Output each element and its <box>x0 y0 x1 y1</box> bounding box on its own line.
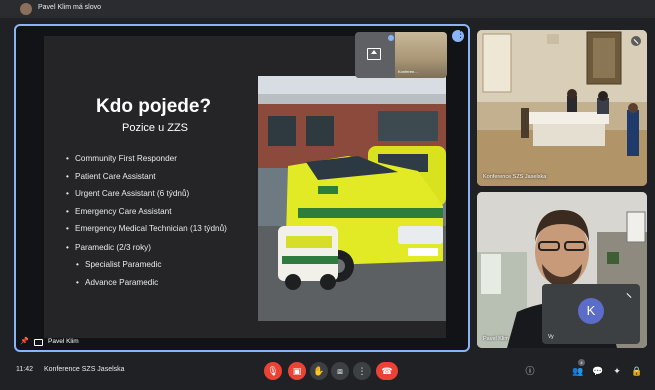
meeting-info-icon[interactable]: ⓘ <box>524 365 536 377</box>
raise-hand-button[interactable]: ✋ <box>310 362 328 380</box>
bullet-item: Patient Care Assistant <box>64 172 249 183</box>
presenter-self-preview[interactable]: Konferen... <box>355 32 447 78</box>
mic-off-icon: 🎙 <box>267 366 279 376</box>
meeting-name: Konference SZS Jaselska <box>44 366 125 373</box>
self-avatar: K <box>578 298 604 324</box>
presenter-name: Pavel Klim <box>48 338 79 345</box>
top-bar: Pavel Klim má slovo <box>0 0 655 18</box>
sub-bullet-item: Specialist Paramedic <box>74 260 249 271</box>
leave-call-button[interactable]: ☎ <box>376 362 398 380</box>
activities-icon[interactable]: ✦ <box>611 365 623 377</box>
participant-name: Pavel Klim <box>483 336 509 342</box>
mic-off-icon <box>631 36 641 46</box>
host-controls-icon[interactable]: 🔒 <box>631 365 643 377</box>
more-vert-icon: ⋮ <box>357 366 367 376</box>
speaker-avatar <box>20 3 32 15</box>
chat-icon[interactable]: 💬 <box>592 365 604 377</box>
pin-icon[interactable]: 📌 <box>20 337 29 345</box>
hang-up-icon: ☎ <box>381 366 393 376</box>
slide-bullet-list: Community First Responder Patient Care A… <box>64 154 249 295</box>
slide-subtitle: Pozice u ZZS <box>122 122 189 134</box>
camera-toggle-button[interactable]: ▣ <box>288 362 306 380</box>
sub-bullet-item: Advance Paramedic <box>74 278 249 289</box>
bullet-item: Community First Responder <box>64 154 249 165</box>
camera-off-icon: ▣ <box>292 366 302 376</box>
bottom-control-bar: 11:42 Konference SZS Jaselska 🎙 ▣ ✋ ⧈ ⋮ … <box>0 358 655 390</box>
hand-icon: ✋ <box>313 366 325 376</box>
activity-dot-icon <box>388 35 394 41</box>
self-name: Vy <box>548 334 554 340</box>
participant-name: Konference SZS Jaselska <box>483 174 547 180</box>
present-icon: ⧈ <box>337 366 343 376</box>
participant-tile-conference[interactable]: Konference SZS Jaselska <box>477 30 647 186</box>
ambulance-photo <box>258 76 446 321</box>
presentation-slide: Kdo pojede? Pozice u ZZS Community First… <box>44 36 446 338</box>
microphone-toggle-button[interactable]: 🎙 <box>264 362 282 380</box>
presentation-tile[interactable]: Kdo pojede? Pozice u ZZS Community First… <box>14 24 470 352</box>
mic-off-icon <box>624 290 634 300</box>
people-icon[interactable]: 👥 <box>572 365 584 377</box>
bullet-item: Emergency Medical Technician (13 týdnů) <box>64 224 249 235</box>
present-screen-button[interactable]: ⧈ <box>331 362 349 380</box>
presenting-indicator <box>355 32 395 78</box>
fullscreen-icon[interactable] <box>34 339 43 346</box>
tile-options-icon[interactable] <box>452 29 465 42</box>
bullet-item: Emergency Care Assistant <box>64 207 249 218</box>
speaking-indicator: Pavel Klim má slovo <box>38 4 102 11</box>
bullet-item: Paramedic (2/3 roky) <box>64 243 249 254</box>
more-options-button[interactable]: ⋮ <box>353 362 371 380</box>
pip-label: Konferen... <box>398 69 418 74</box>
present-screen-icon <box>367 48 381 60</box>
self-view-tile[interactable]: K Vy <box>542 284 640 344</box>
bullet-item: Urgent Care Assistant (6 týdnů) <box>64 189 249 200</box>
clock: 11:42 <box>16 366 33 373</box>
slide-title: Kdo pojede? <box>96 96 212 117</box>
